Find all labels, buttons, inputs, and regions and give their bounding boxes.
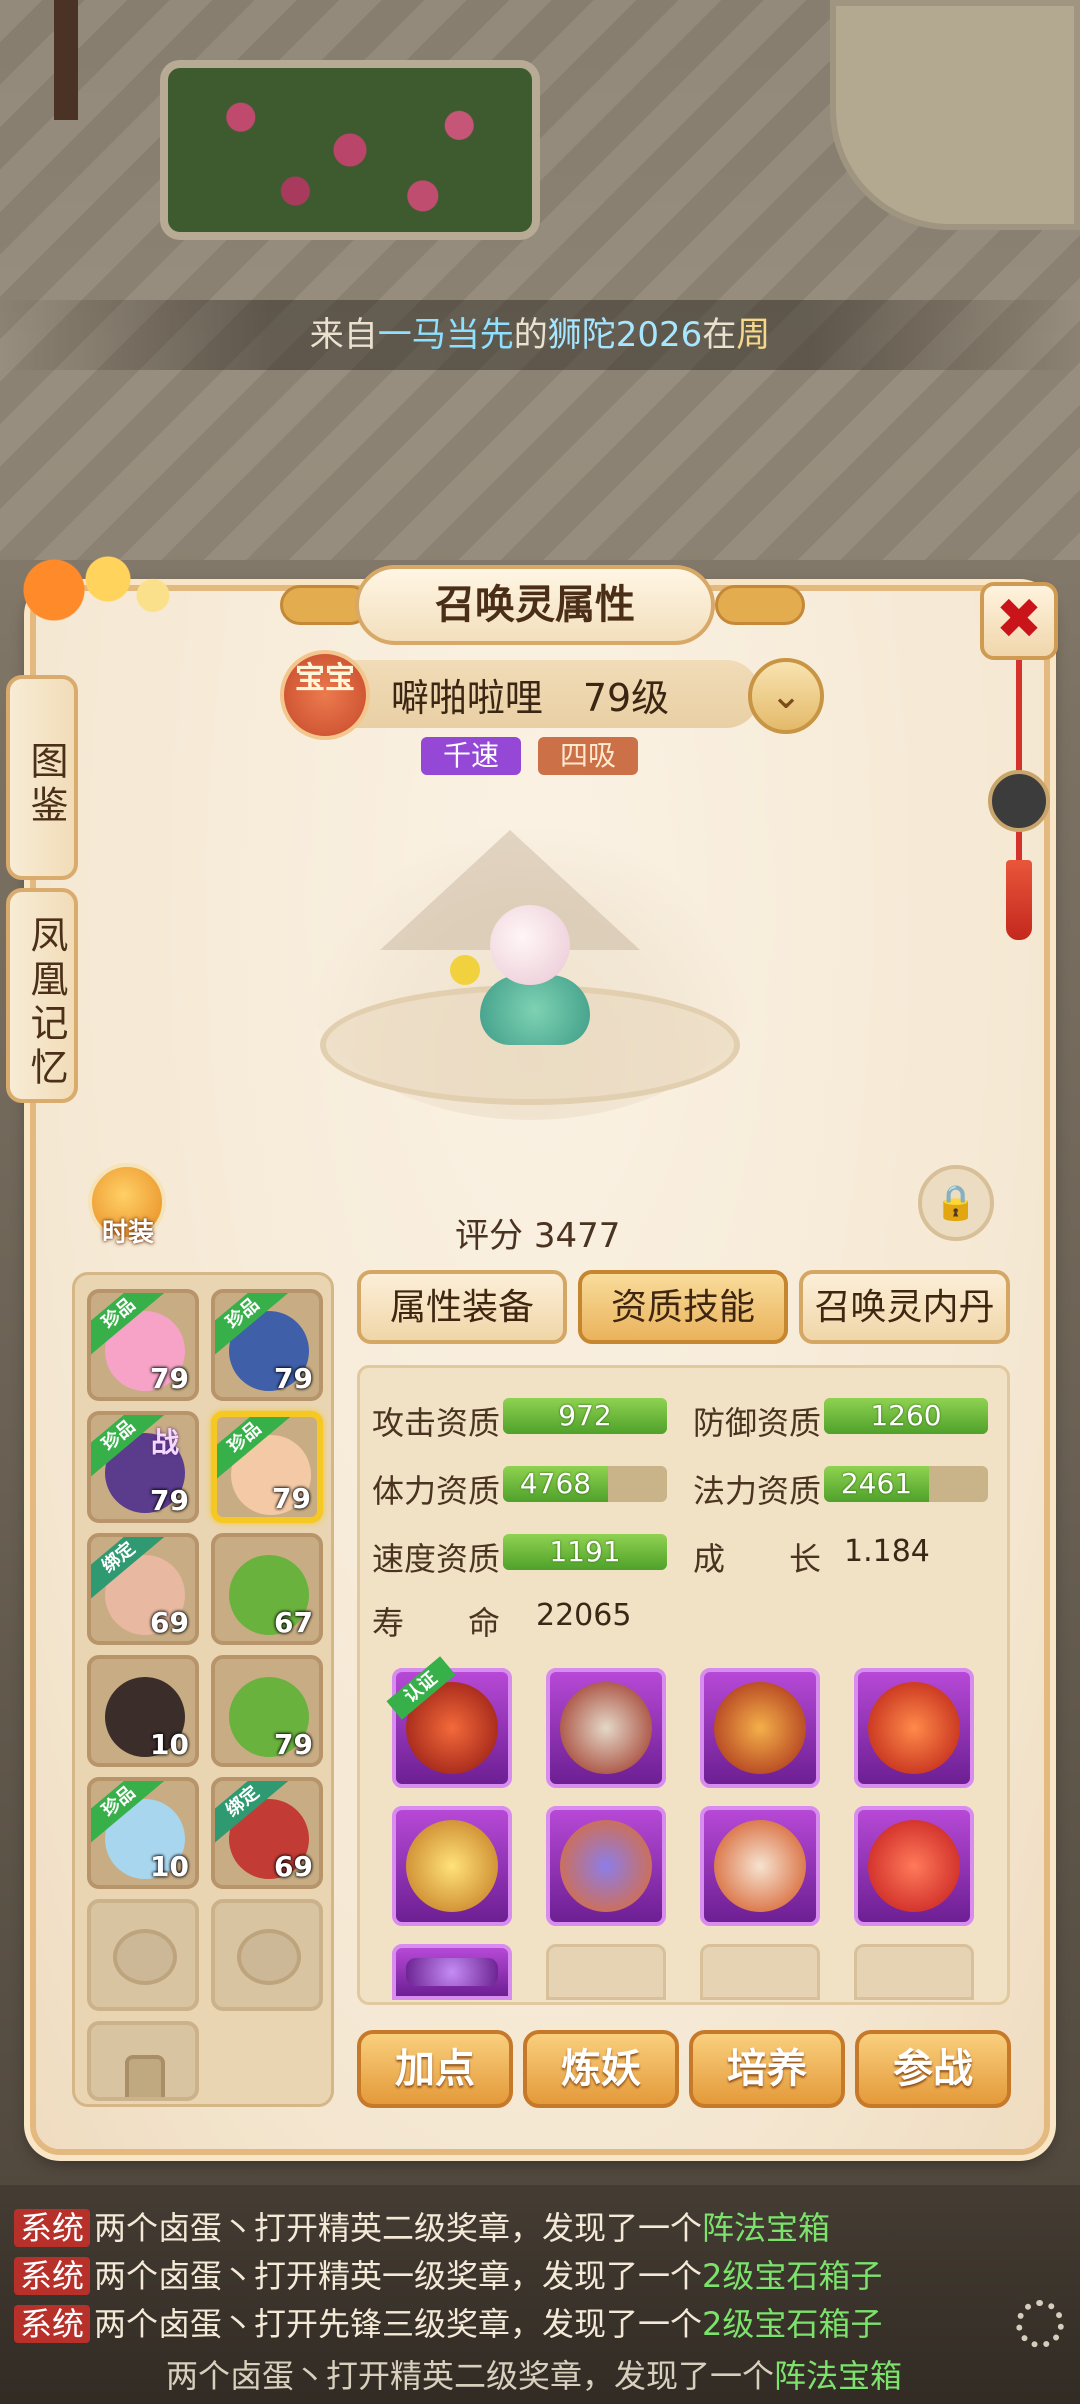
growth-label: 成 长 xyxy=(693,1540,822,1578)
tab-inner-core[interactable]: 召唤灵内丹 xyxy=(799,1270,1010,1344)
fashion-label: 时装 xyxy=(101,1218,154,1248)
pet-slot[interactable]: 珍品 10 xyxy=(87,1777,199,1889)
add-points-button[interactable]: 加点 xyxy=(357,2030,513,2108)
pet-level: 79 xyxy=(274,1362,313,1395)
chat-line: 系统 两个卤蛋丶打开精英一级奖章，发现了一个2级宝石箱子 xyxy=(14,2251,882,2297)
pet-level: 79级 xyxy=(582,675,670,720)
panda-placeholder-icon xyxy=(237,1929,301,1985)
tab-aptitude-skills[interactable]: 资质技能 xyxy=(578,1270,788,1344)
speed-label: 速度资质 xyxy=(372,1540,501,1578)
panda-placeholder-icon xyxy=(113,1929,177,1985)
phoenix-ornament xyxy=(0,535,180,645)
side-tab-phoenix-memory[interactable]: 凤凰记忆 xyxy=(6,888,78,1103)
pet-slot[interactable]: 战珍品 79 xyxy=(87,1411,199,1523)
magic-label: 法力资质 xyxy=(693,1472,822,1510)
pet-level: 79 xyxy=(272,1482,311,1515)
attack-bar: 972 xyxy=(503,1398,667,1434)
refine-button[interactable]: 炼妖 xyxy=(523,2030,679,2108)
pet-level: 10 xyxy=(150,1728,189,1761)
pet-list: 珍品 79 珍品 79 战珍品 79 珍品 79 绑定 69 67 10 79 珍品 10 绑定 69 xyxy=(72,1272,334,2107)
skill-slot-5[interactable] xyxy=(392,1806,512,1926)
pet-companion-bird xyxy=(450,955,480,985)
empty-pet-slot[interactable] xyxy=(87,1899,199,2011)
battle-mark: 战 xyxy=(151,1426,180,1459)
baby-badge-icon: 宝宝 xyxy=(280,650,370,740)
defense-label: 防御资质 xyxy=(693,1404,822,1442)
skill-slot-6[interactable] xyxy=(546,1806,666,1926)
chat-line: 系统 两个卤蛋丶打开精英二级奖章，发现了一个阵法宝箱 xyxy=(14,2203,830,2249)
close-button[interactable]: ✖ xyxy=(980,582,1058,660)
skill-slot-3[interactable] xyxy=(700,1668,820,1788)
lock-icon xyxy=(125,2055,165,2097)
pet-slot[interactable]: 67 xyxy=(211,1533,323,1645)
chat-area[interactable]: 系统 两个卤蛋丶打开精英二级奖章，发现了一个阵法宝箱 系统 两个卤蛋丶打开精英一级奖… xyxy=(0,2185,1080,2404)
tab-attributes-equipment[interactable]: 属性装备 xyxy=(357,1270,567,1344)
skill-slot-empty xyxy=(546,1944,666,2000)
magic-bar: 2461 xyxy=(824,1466,988,1502)
empty-pet-slot[interactable] xyxy=(211,1899,323,2011)
defense-bar: 1260 xyxy=(824,1398,988,1434)
pet-model[interactable] xyxy=(450,905,600,1045)
side-tab-handbook[interactable]: 图鉴 xyxy=(6,675,78,880)
pet-level: 79 xyxy=(274,1728,313,1761)
pet-body xyxy=(480,975,590,1045)
chat-line: 系统 两个卤蛋丶打开先锋三级奖章，发现了一个2级宝石箱子 xyxy=(14,2299,882,2345)
broadcast-notice: 来自一马当先的狮陀2026在周 xyxy=(0,300,1080,370)
pet-level: 10 xyxy=(150,1850,189,1883)
skill-slot-7[interactable] xyxy=(700,1806,820,1926)
pet-level: 69 xyxy=(274,1850,313,1883)
flower-bed xyxy=(160,60,540,240)
close-icon: ✖ xyxy=(995,587,1043,652)
pet-level: 67 xyxy=(274,1606,313,1639)
skill-slot-9[interactable] xyxy=(392,1944,512,2000)
skill-slot-empty xyxy=(700,1944,820,2000)
aptitude-panel: 攻击资质 972 防御资质 1260 体力资质 4768 法力资质 2461 速… xyxy=(357,1365,1010,2005)
battle-button[interactable]: 参战 xyxy=(855,2030,1011,2108)
pillar xyxy=(54,0,78,120)
chat-line: 两个卤蛋丶打开精英二级奖章，发现了一个阵法宝箱 xyxy=(166,2357,903,2395)
pet-slot[interactable]: 绑定 69 xyxy=(211,1777,323,1889)
tassel-decoration xyxy=(1006,860,1032,940)
hp-label: 体力资质 xyxy=(372,1472,501,1510)
life-label: 寿 命 xyxy=(372,1604,501,1642)
life-value: 22065 xyxy=(536,1598,632,1633)
skill-slot-empty xyxy=(854,1944,974,2000)
train-button[interactable]: 培养 xyxy=(689,2030,845,2108)
lock-icon: 🔒 xyxy=(934,1183,978,1223)
locked-pet-slot[interactable] xyxy=(87,2021,199,2101)
pet-slot[interactable]: 79 xyxy=(211,1655,323,1767)
skill-slot-1[interactable]: 认证 xyxy=(386,1656,512,1788)
pet-level: 79 xyxy=(150,1484,189,1517)
pet-score: 评分 3477 xyxy=(455,1216,621,1256)
skill-slot-4[interactable] xyxy=(854,1668,974,1788)
attack-label: 攻击资质 xyxy=(372,1404,501,1442)
pet-level: 69 xyxy=(150,1606,189,1639)
pet-tag-speed: 千速 xyxy=(421,737,522,775)
pet-name: 噼啪啦哩 xyxy=(390,675,543,720)
skill-slot-8[interactable] xyxy=(854,1806,974,1926)
pet-level: 79 xyxy=(150,1362,189,1395)
chevron-down-icon: ⌄ xyxy=(770,673,802,717)
lock-button[interactable]: 🔒 xyxy=(918,1165,994,1241)
pet-slot[interactable]: 珍品 79 xyxy=(211,1289,323,1401)
pet-head xyxy=(490,905,570,985)
panel-title: 召唤灵属性 xyxy=(355,565,715,645)
panda-badge-icon[interactable] xyxy=(988,770,1050,832)
pet-slot[interactable]: 珍品 79 xyxy=(87,1289,199,1401)
speed-bar: 1191 xyxy=(503,1534,667,1570)
statue xyxy=(830,0,1080,230)
skill-slot-2[interactable] xyxy=(546,1668,666,1788)
pet-slot[interactable]: 绑定 69 xyxy=(87,1533,199,1645)
settings-gear-icon[interactable] xyxy=(1016,2300,1064,2348)
pet-slot[interactable]: 珍品 79 xyxy=(211,1411,323,1523)
pet-slot[interactable]: 10 xyxy=(87,1655,199,1767)
growth-value: 1.184 xyxy=(844,1534,930,1569)
pet-tag-drain: 四吸 xyxy=(538,737,639,775)
title-ornament-right xyxy=(715,585,805,625)
hp-bar: 4768 xyxy=(503,1466,667,1502)
pet-select-dropdown[interactable]: ⌄ xyxy=(748,658,824,734)
